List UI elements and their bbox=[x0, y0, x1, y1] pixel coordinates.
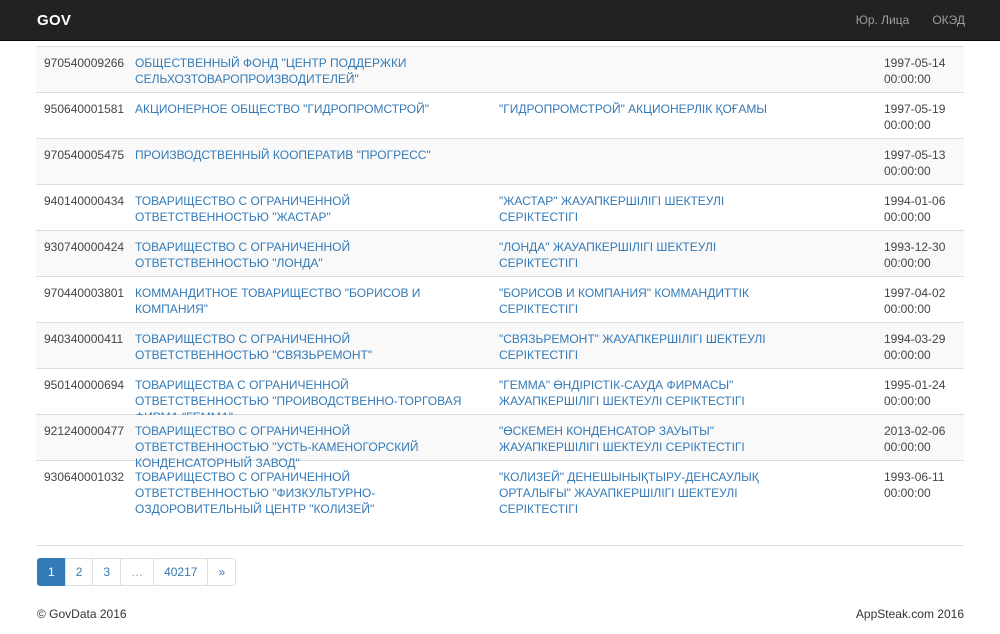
entity-name-ru-link[interactable]: ТОВАРИЩЕСТВО С ОГРАНИЧЕННОЙ ОТВЕТСТВЕННО… bbox=[135, 331, 485, 363]
entity-bin: 940340000411 bbox=[44, 332, 124, 346]
entity-bin: 950640001581 bbox=[44, 102, 125, 116]
entity-bin: 970440003801 bbox=[44, 286, 125, 300]
registration-time: 00:00:00 bbox=[884, 72, 931, 86]
table-body: 970540009266 ОБЩЕСТВЕННЫЙ ФОНД "ЦЕНТР ПОД… bbox=[36, 47, 964, 546]
nav-link-oked[interactable]: ОКЭД bbox=[932, 13, 965, 27]
registration-datetime: 1994-03-29 00:00:00 bbox=[884, 331, 960, 363]
entity-bin: 970540009266 bbox=[44, 56, 125, 70]
registration-time: 00:00:00 bbox=[884, 210, 931, 224]
entity-name-ru-link[interactable]: ПРОИЗВОДСТВЕННЫЙ КООПЕРАТИВ "ПРОГРЕСС" bbox=[135, 147, 485, 163]
registration-time: 00:00:00 bbox=[884, 164, 931, 178]
table-row: 930740000424 ТОВАРИЩЕСТВО С ОГРАНИЧЕННОЙ … bbox=[36, 231, 964, 277]
table-row: 970540005475 ПРОИЗВОДСТВЕННЫЙ КООПЕРАТИВ … bbox=[36, 139, 964, 185]
nav-link-legal-entities[interactable]: Юр. Лица bbox=[856, 13, 910, 27]
registration-datetime: 1995-01-24 00:00:00 bbox=[884, 377, 960, 409]
table-row: 921240000477 ТОВАРИЩЕСТВО С ОГРАНИЧЕННОЙ … bbox=[36, 415, 964, 470]
registration-date: 1997-05-19 bbox=[884, 102, 946, 116]
entity-bin: 940140000434 bbox=[44, 194, 125, 208]
entity-name-kz-link[interactable]: "БОРИСОВ И КОМПАНИЯ" КОММАНДИТТІК СЕРІКТ… bbox=[499, 285, 789, 317]
registration-time: 00:00:00 bbox=[884, 348, 931, 362]
table-row: 970440003801 КОММАНДИТНОЕ ТОВАРИЩЕСТВО "Б… bbox=[36, 277, 964, 323]
entity-bin: 950140000694 bbox=[44, 378, 125, 392]
entity-bin: 921240000477 bbox=[44, 424, 125, 438]
entity-name-ru-link[interactable]: ТОВАРИЩЕСТВО С ОГРАНИЧЕННОЙ ОТВЕТСТВЕННО… bbox=[135, 239, 485, 271]
registration-datetime: 1997-05-19 00:00:00 bbox=[884, 101, 960, 133]
entity-name-kz-link[interactable]: "ГЕММА" ӨНДІРІСТІК-САУДА ФИРМАСЫ" ЖАУАПК… bbox=[499, 377, 789, 409]
pagination-ellipsis: … bbox=[120, 558, 155, 586]
nav-links: Юр. Лица ОКЭД bbox=[856, 13, 965, 27]
page-link[interactable]: 1 bbox=[37, 558, 66, 586]
entity-name-kz-link[interactable]: "ЖАСТАР" ЖАУАПКЕРШІЛІГІ ШЕКТЕУЛІ СЕРІКТЕ… bbox=[499, 193, 789, 225]
page-link[interactable]: 3 bbox=[92, 558, 122, 586]
registration-datetime: 1997-05-14 00:00:00 bbox=[884, 55, 960, 87]
table-row: 950140000694 ТОВАРИЩЕСТВА С ОГРАНИЧЕННОЙ … bbox=[36, 369, 964, 424]
entities-table: 970540009266 ОБЩЕСТВЕННЫЙ ФОНД "ЦЕНТР ПОД… bbox=[36, 46, 964, 546]
entity-name-ru-link[interactable]: АКЦИОНЕРНОЕ ОБЩЕСТВО "ГИДРОПРОМСТРОЙ" bbox=[135, 101, 485, 117]
registration-time: 00:00:00 bbox=[884, 394, 931, 408]
page-link[interactable]: 40217 bbox=[153, 558, 209, 586]
registration-date: 1997-05-13 bbox=[884, 148, 946, 162]
entity-name-ru-link[interactable]: КОММАНДИТНОЕ ТОВАРИЩЕСТВО "БОРИСОВ И КОМ… bbox=[135, 285, 485, 317]
registration-datetime: 1997-05-13 00:00:00 bbox=[884, 147, 960, 179]
table-row: 930640001032 ТОВАРИЩЕСТВО С ОГРАНИЧЕННОЙ … bbox=[36, 461, 964, 546]
entity-name-kz-link[interactable]: "ЛОНДА" ЖАУАПКЕРШІЛІГІ ШЕКТЕУЛІ СЕРІКТЕС… bbox=[499, 239, 789, 271]
footer-copyright: © GovData 2016 bbox=[37, 607, 127, 621]
registration-datetime: 1993-12-30 00:00:00 bbox=[884, 239, 960, 271]
entity-bin: 930640001032 bbox=[44, 470, 125, 484]
page-link[interactable]: 2 bbox=[64, 558, 94, 586]
entity-name-kz-link[interactable]: "ӨСКЕМЕН КОНДЕНСАТОР ЗАУЫТЫ" ЖАУАПКЕРШІЛ… bbox=[499, 423, 789, 455]
entity-name-kz-link[interactable]: "СВЯЗЬРЕМОНТ" ЖАУАПКЕРШІЛІГІ ШЕКТЕУЛІ СЕ… bbox=[499, 331, 789, 363]
registration-date: 1993-06-11 bbox=[884, 470, 945, 484]
next-page-link[interactable]: » bbox=[207, 558, 237, 586]
registration-date: 1995-01-24 bbox=[884, 378, 946, 392]
brand-logo[interactable]: GOV bbox=[37, 12, 71, 29]
entity-name-kz-link[interactable]: "ГИДРОПРОМСТРОЙ" АКЦИОНЕРЛІК ҚОҒАМЫ bbox=[499, 101, 789, 117]
table-row: 940140000434 ТОВАРИЩЕСТВО С ОГРАНИЧЕННОЙ … bbox=[36, 185, 964, 231]
registration-time: 00:00:00 bbox=[884, 256, 931, 270]
table-row: 970540009266 ОБЩЕСТВЕННЫЙ ФОНД "ЦЕНТР ПОД… bbox=[36, 47, 964, 93]
registration-time: 00:00:00 bbox=[884, 440, 931, 454]
registration-date: 1997-04-02 bbox=[884, 286, 946, 300]
registration-date: 1997-05-14 bbox=[884, 56, 946, 70]
registration-date: 2013-02-06 bbox=[884, 424, 946, 438]
entity-name-ru-link[interactable]: ТОВАРИЩЕСТВО С ОГРАНИЧЕННОЙ ОТВЕТСТВЕННО… bbox=[135, 193, 485, 225]
entity-bin: 970540005475 bbox=[44, 148, 125, 162]
registration-datetime: 2013-02-06 00:00:00 bbox=[884, 423, 960, 455]
top-navbar: GOV Юр. Лица ОКЭД bbox=[0, 0, 1000, 41]
table-row: 950640001581 АКЦИОНЕРНОЕ ОБЩЕСТВО "ГИДРОП… bbox=[36, 93, 964, 139]
pagination: 1 2 3… 40217» bbox=[37, 558, 237, 586]
registration-date: 1993-12-30 bbox=[884, 240, 946, 254]
registration-time: 00:00:00 bbox=[884, 486, 931, 500]
entity-name-ru-link[interactable]: ТОВАРИЩЕСТВО С ОГРАНИЧЕННОЙ ОТВЕТСТВЕННО… bbox=[135, 469, 485, 517]
entity-bin: 930740000424 bbox=[44, 240, 125, 254]
entity-name-kz-link[interactable]: "КОЛИЗЕЙ" ДЕНЕШЫНЫҚТЫРУ-ДЕНСАУЛЫҚ ОРТАЛЫ… bbox=[499, 469, 789, 517]
footer-credit: AppSteak.com 2016 bbox=[855, 607, 964, 621]
registration-datetime: 1997-04-02 00:00:00 bbox=[884, 285, 960, 317]
registration-date: 1994-01-06 bbox=[884, 194, 946, 208]
registration-datetime: 1993-06-11 00:00:00 bbox=[884, 469, 960, 501]
entity-name-ru-link[interactable]: ОБЩЕСТВЕННЫЙ ФОНД "ЦЕНТР ПОДДЕРЖКИ СЕЛЬХ… bbox=[135, 55, 485, 87]
table-row: 940340000411 ТОВАРИЩЕСТВО С ОГРАНИЧЕННОЙ … bbox=[36, 323, 964, 369]
registration-time: 00:00:00 bbox=[884, 302, 931, 316]
registration-datetime: 1994-01-06 00:00:00 bbox=[884, 193, 960, 225]
registration-time: 00:00:00 bbox=[884, 118, 931, 132]
registration-date: 1994-03-29 bbox=[884, 332, 946, 346]
